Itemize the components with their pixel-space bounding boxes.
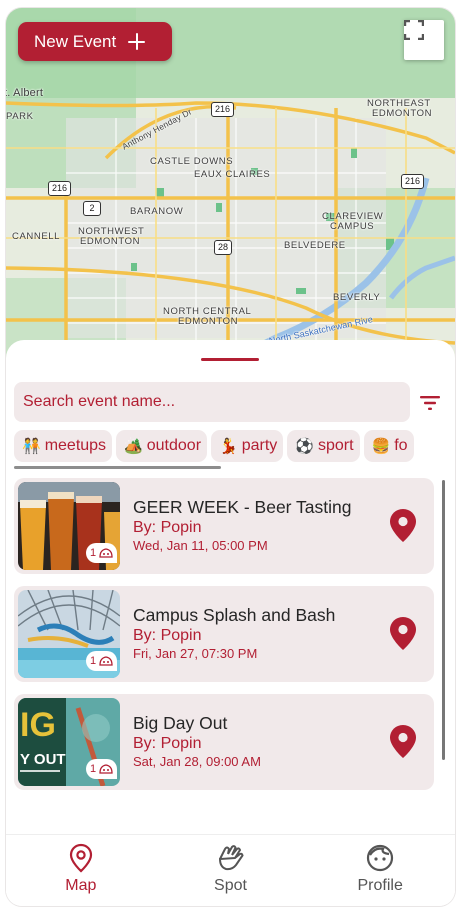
event-card[interactable]: 1 GEER WEEK - Beer Tasting By: Popin Wed… [14,478,434,574]
meetups-icon: 🧑‍🤝‍🧑 [22,438,41,455]
attendee-badge: 1 [86,759,118,779]
event-thumbnail: IG Y OUT 1 [18,698,120,786]
chip-outdoor[interactable]: 🏕️ outdoor [116,430,208,462]
chip-label: meetups [44,437,107,454]
event-card[interactable]: IG Y OUT 1 Big Day Out By: Popin Sat, Ja… [14,694,434,790]
nav-profile[interactable]: Profile [305,835,455,906]
chip-sport[interactable]: ⚽ sport [287,430,360,462]
search-input[interactable]: Search event name... [14,382,410,422]
search-placeholder: Search event name... [23,393,176,410]
app-frame: t. Albert PARK NORTHEAST EDMONTON CASTLE… [6,8,455,906]
map-label-belvedere: BELVEDERE [284,240,346,251]
attendee-icon [99,764,113,774]
category-chips: 🧑‍🤝‍🧑 meetups 🏕️ outdoor 💃 party ⚽ sport… [14,430,455,462]
fullscreen-button[interactable] [404,20,444,60]
chip-label: sport [317,437,354,454]
soccer-ball-icon: ⚽ [295,438,314,455]
attendee-icon [99,656,113,666]
hands-icon [218,845,244,871]
event-date: Wed, Jan 11, 05:00 PM [133,538,268,553]
list-scrollbar[interactable] [442,480,445,760]
burger-icon: 🍔 [371,438,391,455]
new-event-button[interactable]: New Event [18,22,172,61]
highway-shield: 216 [48,181,72,196]
event-date: Fri, Jan 27, 07:30 PM [133,646,258,661]
chip-food[interactable]: 🍔 fo [363,430,414,462]
attendee-count: 1 [90,547,97,559]
events-sheet: Search event name... 🧑‍🤝‍🧑 meetups 🏕️ ou… [6,340,455,906]
event-date: Sat, Jan 28, 09:00 AM [133,754,261,769]
new-event-label: New Event [34,31,117,51]
map-label-north-central-2: EDMONTON [178,316,239,327]
chips-scrollbar[interactable] [14,466,221,469]
chip-meetups[interactable]: 🧑‍🤝‍🧑 meetups [14,430,113,462]
event-host: By: Popin [133,519,202,536]
nav-map-label: Map [65,877,97,894]
bottom-nav: Map Spot Profile [6,834,455,906]
event-card[interactable]: 1 Campus Splash and Bash By: Popin Fri, … [14,586,434,682]
map-pin-icon[interactable] [390,509,416,542]
event-title: Big Day Out [133,713,228,733]
face-icon [367,844,394,872]
map-label-beverly: BEVERLY [333,292,381,303]
chip-label: party [241,437,278,454]
map-label-park: PARK [6,111,34,122]
attendee-badge: 1 [86,651,118,671]
map-pin-icon [69,843,92,873]
event-thumbnail: 1 [18,590,120,678]
attendee-icon [99,548,113,558]
fullscreen-icon [404,20,424,40]
map-label-northwest-2: EDMONTON [80,236,141,247]
map-pin-icon[interactable] [390,617,416,650]
map-label-eaux-claires: EAUX CLAIRES [194,169,271,180]
plus-icon [128,33,146,50]
thumb-text-day-out: Y OUT [20,751,66,768]
event-thumbnail: 1 [18,482,120,570]
map-label-castle-downs: CASTLE DOWNS [150,156,234,167]
attendee-badge: 1 [86,543,118,563]
chip-label: outdoor [146,437,202,454]
event-title: Campus Splash and Bash [133,605,336,625]
event-host: By: Popin [133,735,202,752]
nav-spot[interactable]: Spot [156,835,306,906]
nav-profile-label: Profile [357,877,403,894]
drag-handle[interactable] [201,358,259,361]
highway-shield: 2 [83,201,101,216]
map-label-baranow: BARANOW [130,206,184,217]
attendee-count: 1 [90,655,97,667]
nav-map[interactable]: Map [6,835,156,906]
chip-label: fo [394,437,408,454]
event-list: 1 GEER WEEK - Beer Tasting By: Popin Wed… [14,478,434,802]
map-view[interactable]: t. Albert PARK NORTHEAST EDMONTON CASTLE… [6,8,455,363]
map-label-northeast-2: EDMONTON [372,108,433,119]
attendee-count: 1 [90,763,97,775]
filter-icon[interactable] [420,396,440,410]
map-pin-icon[interactable] [390,725,416,758]
map-label-st-albert: t. Albert [6,87,44,99]
dancer-icon: 💃 [219,438,238,455]
map-label-clareview-2: CAMPUS [330,221,375,232]
thumb-text-ig: IG [20,706,56,744]
highway-shield: 216 [211,102,235,117]
highway-shield: 216 [401,174,425,189]
event-title: GEER WEEK - Beer Tasting [133,497,352,517]
chip-party[interactable]: 💃 party [211,430,284,462]
map-label-cannell: CANNELL [12,231,61,242]
event-host: By: Popin [133,627,202,644]
highway-shield: 28 [214,240,233,255]
tent-icon: 🏕️ [124,438,143,455]
nav-spot-label: Spot [214,877,247,894]
